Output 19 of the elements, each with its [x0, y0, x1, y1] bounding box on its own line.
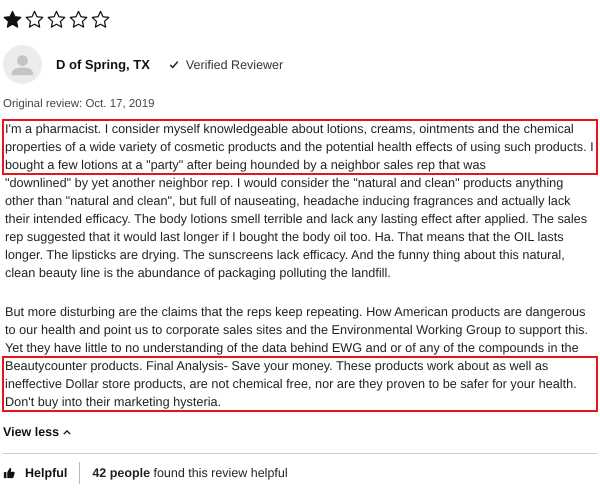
review-text: "downlined" by yet another neighbor rep. I would consider the "natural and clean" products anything other than "natural and clean", but full of nauseating, headache inducing fragrances and actually lack their intended efficacy. The body lotions smell terrible and lack any lasting effect after applied. The sales rep suggested that it would last longer if I bought the body oil too. Ha. That means that the OIL lasts longer. The lipsticks are drying. The sunscreens lack efficacy. And the funny thing about this natural, clean beauty line is the abundance of packaging polluting the landfill.: [4, 175, 588, 282]
caret-icon: [63, 430, 72, 434]
review-text: But more disturbing are the claims that the reps keep repeating. How American products are dangerous to our health and point us to corporate sales sites and the Environmental Working Group to support this. Yet they have little to no understanding of the data behind EWG and or of any of the compounds in the: [4, 304, 590, 357]
reviewer-name: D of Spring, TX: [56, 57, 150, 72]
helpful-button[interactable]: Helpful: [3, 466, 68, 480]
highlighted-text: Beautycounter products. Final Analysis- Save your money. These products work about as well as ineffective Dollar store products, are not chemical free, nor are they proven to be safer for your health. Don't buy into their marketing hysteria.: [3, 357, 597, 411]
helpful-count: 42 people found this review helpful: [92, 466, 288, 480]
thumbs-up-icon: [3, 467, 15, 479]
review-date: Original review: Oct. 17, 2019: [3, 98, 156, 110]
filled-star-icon: [3, 10, 22, 29]
checkmark-icon: [168, 60, 179, 69]
highlighted-text: I'm a pharmacist. I consider myself knowledgeable about lotions, creams, ointments and the chemical properties of a wide variety of cosmetic products and the potential health effects of using such products. I bought a few lotions at a "party" after being hounded by a neighbor sales rep that was: [3, 120, 597, 174]
view-less-button[interactable]: View less: [3, 425, 72, 439]
empty-star-icon: [69, 10, 88, 29]
verified-label: Verified Reviewer: [186, 58, 284, 72]
empty-star-icon: [47, 10, 66, 29]
empty-star-icon: [25, 10, 44, 29]
avatar-icon: [3, 45, 42, 84]
empty-star-icon: [91, 10, 110, 29]
